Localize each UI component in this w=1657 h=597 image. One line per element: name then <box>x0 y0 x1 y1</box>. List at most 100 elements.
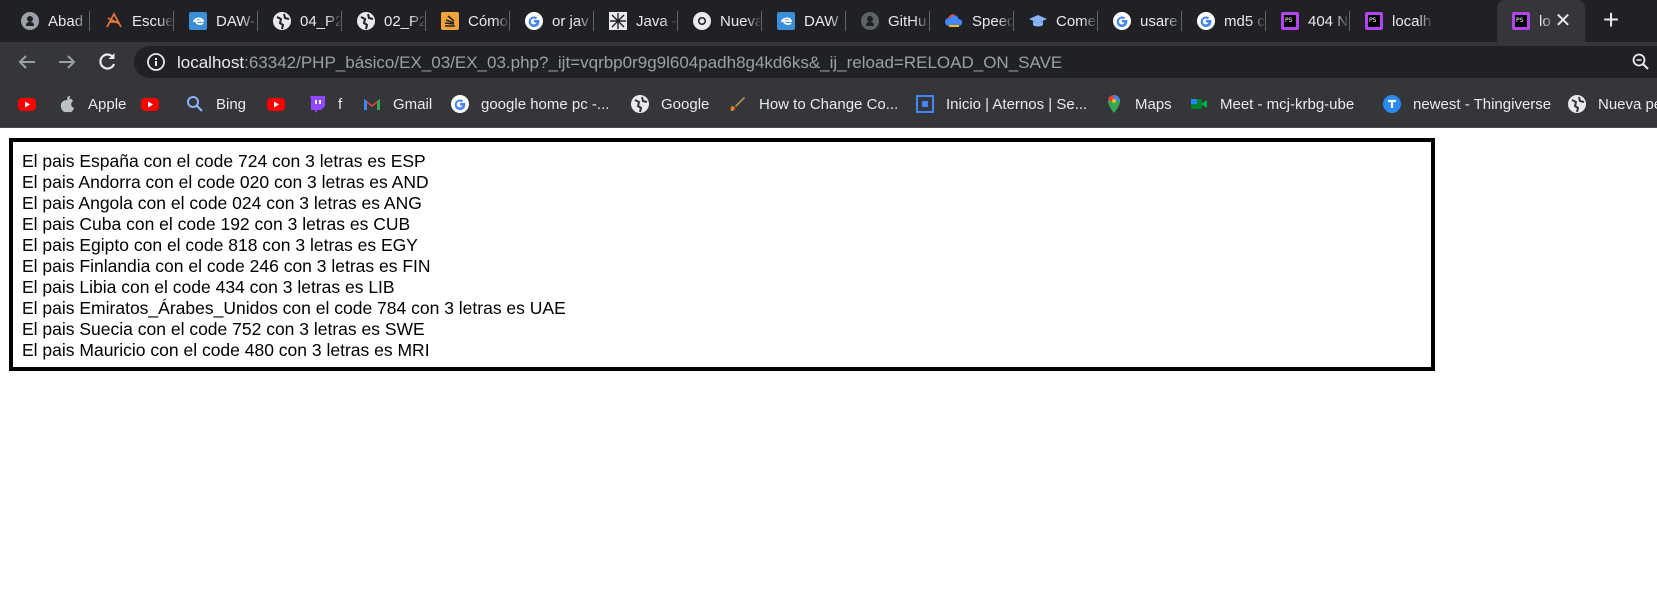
tab-strip: Abad Escue DAW- 04_P2 02_P2 Cómo or jav … <box>0 0 1657 42</box>
youtube-icon <box>18 98 36 111</box>
tab-como[interactable]: Cómo <box>426 0 510 42</box>
country-line: El pais Egipto con el code 818 con 3 let… <box>22 235 418 255</box>
youtube-icon <box>141 98 159 111</box>
forward-arrow-icon[interactable] <box>55 50 79 74</box>
bookmark-youtube-1[interactable] <box>17 93 48 115</box>
globe-icon <box>1568 95 1586 113</box>
country-line: El pais Libia con el code 434 con 3 letr… <box>22 277 395 297</box>
aternos-icon <box>916 95 934 113</box>
graduation-cap-icon <box>1029 15 1047 27</box>
google-icon <box>1113 12 1131 30</box>
stackoverflow-icon <box>441 12 459 30</box>
new-tab-button[interactable]: + <box>1598 6 1624 34</box>
edge-icon <box>189 12 207 30</box>
country-line: El pais Angola con el code 024 con 3 let… <box>22 193 422 213</box>
reload-icon[interactable] <box>95 50 119 74</box>
tab-fade <box>1334 0 1350 42</box>
github-icon <box>861 12 879 30</box>
bookmark-nueva-pestana[interactable]: Nueva pe <box>1567 93 1657 115</box>
gmail-icon <box>364 99 380 110</box>
tab-escue[interactable]: Escue <box>90 0 174 42</box>
cloud-icon <box>945 14 963 27</box>
bookmark-meet[interactable]: Meet - mcj-krbg-ube <box>1189 93 1354 115</box>
tab-or-java[interactable]: or jav <box>510 0 594 42</box>
tab-404[interactable]: PS 404 N <box>1266 0 1350 42</box>
bookmark-apple[interactable]: Apple <box>57 93 126 115</box>
bookmark-label: Inicio | Aternos | Se... <box>946 95 1088 113</box>
bookmark-twitch[interactable]: f <box>307 93 342 115</box>
bookmark-label: How to Change Co... <box>759 95 899 113</box>
tab-java[interactable]: Java - <box>594 0 678 42</box>
bookmark-label: Maps <box>1135 95 1172 113</box>
bookmark-label: Google <box>661 95 710 113</box>
url-text[interactable]: localhost:63342/PHP_básico/EX_03/EX_03.p… <box>177 53 1062 73</box>
tab-fade <box>158 0 174 42</box>
bookmarks-bar: Apple Bing f Gmail google home pc -... G… <box>0 82 1657 128</box>
apple-icon <box>60 96 74 113</box>
bookmark-label: Apple <box>88 95 127 113</box>
tab-localhost-1[interactable]: PS localh <box>1350 0 1434 42</box>
tab-nueva[interactable]: Nueva <box>678 0 762 42</box>
zoom-icon[interactable] <box>1631 52 1651 72</box>
maps-pin-icon <box>1108 95 1120 113</box>
phpstorm-icon: PS <box>1512 12 1530 30</box>
tab-fade <box>1082 0 1098 42</box>
tab-come[interactable]: Come <box>1014 0 1098 42</box>
bookmark-how-to-change[interactable]: How to Change Co... <box>728 93 898 115</box>
tab-02-p2[interactable]: 02_P2 <box>342 0 426 42</box>
bookmark-google[interactable]: Google <box>630 93 709 115</box>
country-line: El pais Finlandia con el code 246 con 3 … <box>22 256 431 276</box>
edge-icon <box>777 12 795 30</box>
bookmark-gmail[interactable]: Gmail <box>362 93 432 115</box>
google-icon <box>1197 12 1215 30</box>
bookmark-maps[interactable]: Maps <box>1104 93 1172 115</box>
close-tab-icon[interactable]: ✕ <box>1553 11 1573 31</box>
svg-text:PS: PS <box>1285 17 1293 24</box>
github-icon <box>21 12 39 30</box>
tab-fade <box>746 0 762 42</box>
tab-fade <box>662 0 678 42</box>
tab-speed[interactable]: Speed <box>930 0 1014 42</box>
tab-md5[interactable]: md5 c <box>1182 0 1266 42</box>
tab-fade <box>998 0 1014 42</box>
country-line: El pais España con el code 724 con 3 let… <box>22 151 426 171</box>
search-icon <box>187 96 203 112</box>
phpstorm-icon: PS <box>1365 12 1383 30</box>
bookmark-label: newest - Thingiverse <box>1413 95 1552 113</box>
bookmark-bing[interactable]: Bing <box>185 93 246 115</box>
svg-text:PS: PS <box>1369 17 1377 24</box>
tab-fade <box>74 0 90 42</box>
tab-fade <box>242 0 258 42</box>
url-path: :63342/PHP_básico/EX_03/EX_03.php?_ijt=v… <box>244 53 1063 72</box>
bookmark-youtube-2[interactable] <box>140 93 171 115</box>
bookmark-google-home[interactable]: google home pc -... <box>450 93 609 115</box>
tab-04-p2[interactable]: 04_P2 <box>258 0 342 42</box>
brush-icon <box>730 97 745 111</box>
country-line: El pais Andorra con el code 020 con 3 le… <box>22 172 429 192</box>
phpstorm-icon: PS <box>1281 12 1299 30</box>
tab-github[interactable]: GitHu <box>846 0 930 42</box>
browser-toolbar: localhost:63342/PHP_básico/EX_03/EX_03.p… <box>0 42 1657 82</box>
globe-icon <box>357 12 375 30</box>
bookmark-aternos[interactable]: Inicio | Aternos | Se... <box>915 93 1087 115</box>
tab-daw-2[interactable]: DAW <box>762 0 846 42</box>
tab-daw-1[interactable]: DAW- <box>174 0 258 42</box>
tab-abad[interactable]: Abad <box>6 0 90 42</box>
tab-fade <box>326 0 342 42</box>
country-line: El pais Cuba con el code 192 con 3 letra… <box>22 214 411 234</box>
country-line: El pais Suecia con el code 752 con 3 let… <box>22 319 425 339</box>
address-bar[interactable]: localhost:63342/PHP_básico/EX_03/EX_03.p… <box>134 46 1657 78</box>
tab-fade <box>1250 0 1266 42</box>
bookmark-youtube-3[interactable] <box>266 93 297 115</box>
globe-icon <box>273 12 291 30</box>
tab-fade <box>1418 0 1434 42</box>
tab-usare[interactable]: usare <box>1098 0 1182 42</box>
bookmark-thingiverse[interactable]: newest - Thingiverse <box>1382 93 1551 115</box>
tab-localhost-active[interactable]: PS lo ✕ <box>1497 0 1585 42</box>
google-icon <box>525 12 543 30</box>
globe-icon <box>631 95 649 113</box>
bookmark-label: Gmail <box>393 95 433 113</box>
site-info-icon[interactable] <box>146 52 166 72</box>
back-arrow-icon[interactable] <box>15 50 39 74</box>
country-line: El pais Emiratos_Árabes_Unidos con el co… <box>22 298 566 318</box>
